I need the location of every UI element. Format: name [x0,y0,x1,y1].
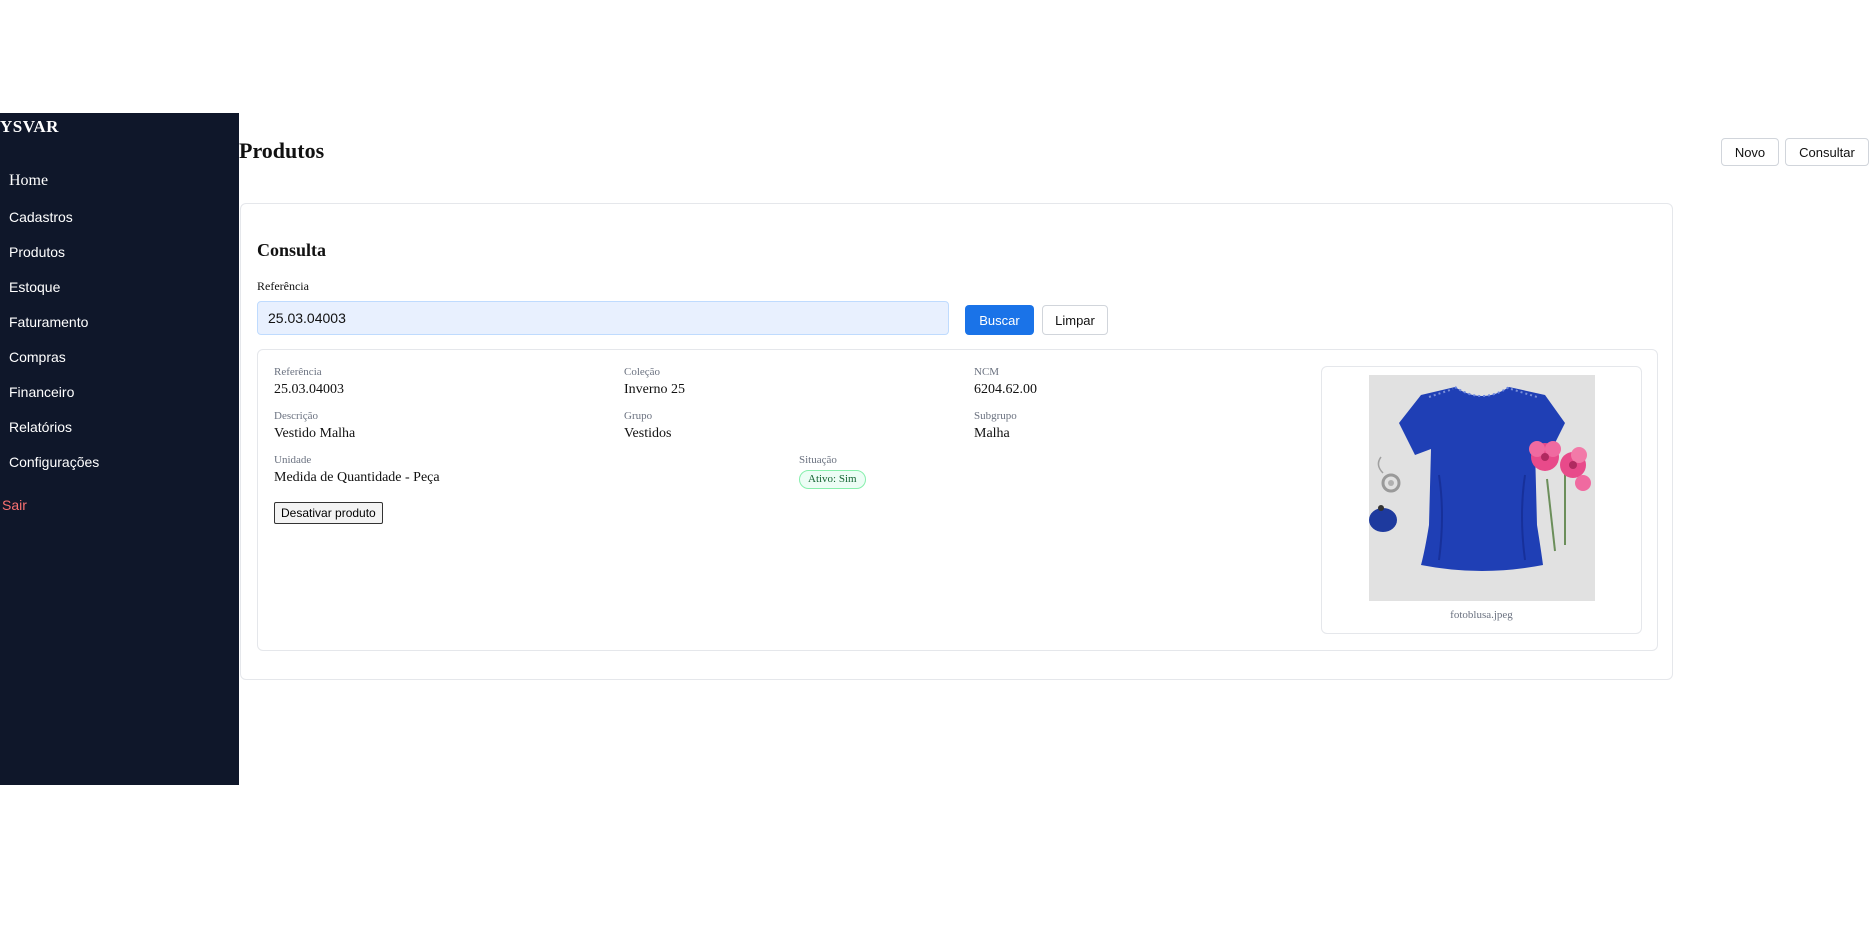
reference-input[interactable] [257,301,949,335]
logout-link[interactable]: Sair [2,497,27,513]
sidebar-item-configuracoes[interactable]: Configurações [9,454,99,470]
consulta-card: Consulta Referência Buscar Limpar Referê… [240,203,1673,680]
sidebar-item-relatorios[interactable]: Relatórios [9,419,72,435]
field-value: Vestido Malha [274,426,356,441]
deactivate-product-button[interactable]: Desativar produto [274,502,383,524]
sidebar-item-cadastros[interactable]: Cadastros [9,209,73,225]
search-button[interactable]: Buscar [965,305,1034,335]
field-label: Subgrupo [974,410,1017,422]
sidebar-item-produtos[interactable]: Produtos [9,244,65,260]
product-result-panel: Referência 25.03.04003 Coleção Inverno 2… [257,349,1658,651]
field-value: Medida de Quantidade - Peça [274,470,440,485]
query-button[interactable]: Consultar [1785,138,1869,166]
sidebar-item-estoque[interactable]: Estoque [9,279,60,295]
field-value: Malha [974,426,1010,441]
field-label: Descrição [274,410,318,422]
field-label: Situação [799,454,837,466]
field-value: Inverno 25 [624,382,686,397]
field-value: 25.03.04003 [274,382,344,397]
product-image-box: fotoblusa.jpeg [1321,366,1642,634]
new-button[interactable]: Novo [1721,138,1779,166]
field-situacao: Situação Ativo: Sim [799,454,866,489]
reference-label: Referência [257,279,309,293]
sidebar-item-home[interactable]: Home [9,172,48,190]
field-label: Referência [274,366,322,378]
brand-logo: YSVAR [0,117,59,136]
page-title: Produtos [239,138,325,163]
field-label: Unidade [274,454,312,466]
field-value: Vestidos [624,426,672,441]
consulta-title: Consulta [257,240,327,260]
sidebar-item-faturamento[interactable]: Faturamento [9,314,88,330]
field-unidade: Unidade Medida de Quantidade - Peça [274,454,440,486]
clear-button[interactable]: Limpar [1042,305,1108,335]
field-descricao: Descrição Vestido Malha [274,410,355,442]
field-label: Grupo [624,410,653,422]
status-badge: Ativo: Sim [799,470,866,489]
field-subgrupo: Subgrupo Malha [974,410,1017,442]
sidebar-item-financeiro[interactable]: Financeiro [9,384,74,400]
field-label: NCM [974,366,1000,378]
sidebar: YSVAR Home Cadastros Produtos Estoque Fa… [0,113,239,785]
product-photo [1369,375,1595,601]
field-label: Coleção [624,366,661,378]
field-ncm: NCM 6204.62.00 [974,366,1037,398]
field-grupo: Grupo Vestidos [624,410,671,442]
field-colecao: Coleção Inverno 25 [624,366,685,398]
field-referencia: Referência 25.03.04003 [274,366,344,398]
image-filename: fotoblusa.jpeg [1450,609,1513,621]
field-value: 6204.62.00 [974,382,1037,397]
sidebar-item-compras[interactable]: Compras [9,349,66,365]
